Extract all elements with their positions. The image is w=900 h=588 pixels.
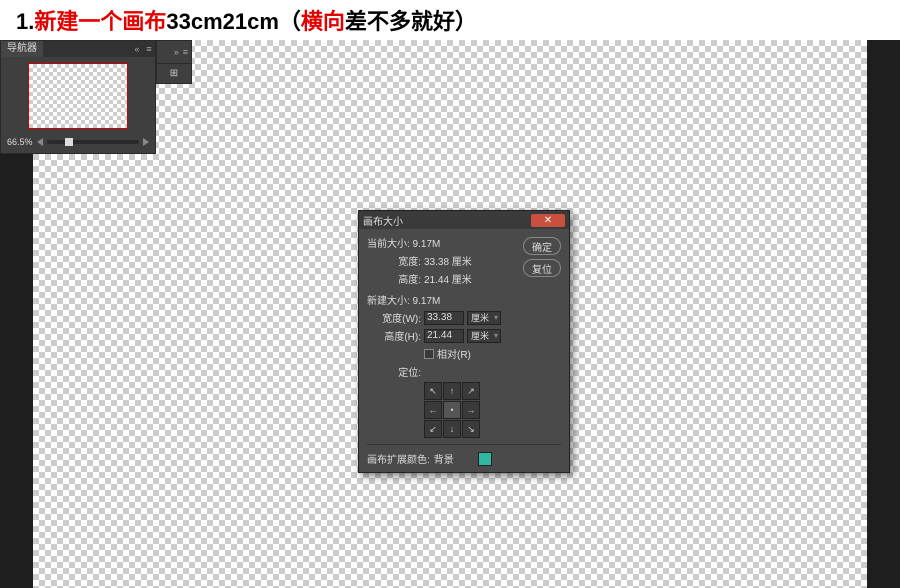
- navigator-preview[interactable]: [28, 63, 128, 129]
- width-unit-select[interactable]: 厘米: [467, 311, 501, 325]
- anchor-e[interactable]: →: [462, 401, 480, 419]
- collapsed-panel-header[interactable]: » ≡: [156, 40, 192, 64]
- anchor-grid[interactable]: ↖ ↑ ↗ ← • → ↙ ↓ ↘: [424, 382, 561, 438]
- collapse-icon[interactable]: «: [131, 44, 143, 54]
- anchor-w[interactable]: ←: [424, 401, 442, 419]
- instruction-heading: 1.新建一个画布33cm21cm（横向差不多就好）: [16, 4, 477, 36]
- height-input[interactable]: [424, 329, 464, 343]
- new-size-group: 新建大小: 9.17M 宽度(W): 厘米 高度(H): 厘米 相对(R) 定位…: [367, 292, 561, 438]
- anchor-center[interactable]: •: [443, 401, 461, 419]
- width-input[interactable]: [424, 311, 464, 325]
- close-button[interactable]: ✕: [531, 214, 565, 227]
- extension-color-row: 画布扩展颜色: 背景: [367, 451, 561, 466]
- collapsed-panel-icon[interactable]: ⊞: [156, 64, 192, 84]
- navigator-tab[interactable]: 导航器: [1, 41, 43, 57]
- expand-icon[interactable]: »: [174, 47, 179, 57]
- extension-color-swatch[interactable]: [478, 452, 492, 466]
- anchor-sw[interactable]: ↙: [424, 420, 442, 438]
- zoom-slider[interactable]: 66.5%: [1, 135, 155, 153]
- anchor-se[interactable]: ↘: [462, 420, 480, 438]
- canvas-size-dialog: 画布大小 ✕ 确定 复位 当前大小: 9.17M 宽度:33.38 厘米 高度:…: [358, 210, 570, 473]
- ok-button[interactable]: 确定: [523, 237, 561, 255]
- photoshop-workspace: 导航器 « ≡ 66.5% » ≡ ⊞ 画布大小 ✕ 确定 复位 当前大小:: [0, 40, 900, 588]
- zoom-out-icon[interactable]: [37, 138, 43, 146]
- relative-checkbox[interactable]: [424, 349, 434, 359]
- panel-menu-icon[interactable]: ≡: [183, 47, 188, 57]
- reset-button[interactable]: 复位: [523, 259, 561, 277]
- dialog-titlebar[interactable]: 画布大小 ✕: [359, 211, 569, 229]
- extension-color-select[interactable]: 背景: [434, 451, 474, 466]
- anchor-ne[interactable]: ↗: [462, 382, 480, 400]
- zoom-value: 66.5%: [7, 137, 33, 147]
- panel-menu-icon[interactable]: ≡: [143, 44, 155, 54]
- anchor-s[interactable]: ↓: [443, 420, 461, 438]
- anchor-nw[interactable]: ↖: [424, 382, 442, 400]
- zoom-thumb[interactable]: [65, 138, 73, 146]
- dialog-title: 画布大小: [363, 213, 531, 228]
- histogram-icon: ⊞: [170, 68, 178, 79]
- navigator-panel[interactable]: 导航器 « ≡ 66.5%: [0, 40, 156, 154]
- anchor-n[interactable]: ↑: [443, 382, 461, 400]
- height-unit-select[interactable]: 厘米: [467, 329, 501, 343]
- zoom-in-icon[interactable]: [143, 138, 149, 146]
